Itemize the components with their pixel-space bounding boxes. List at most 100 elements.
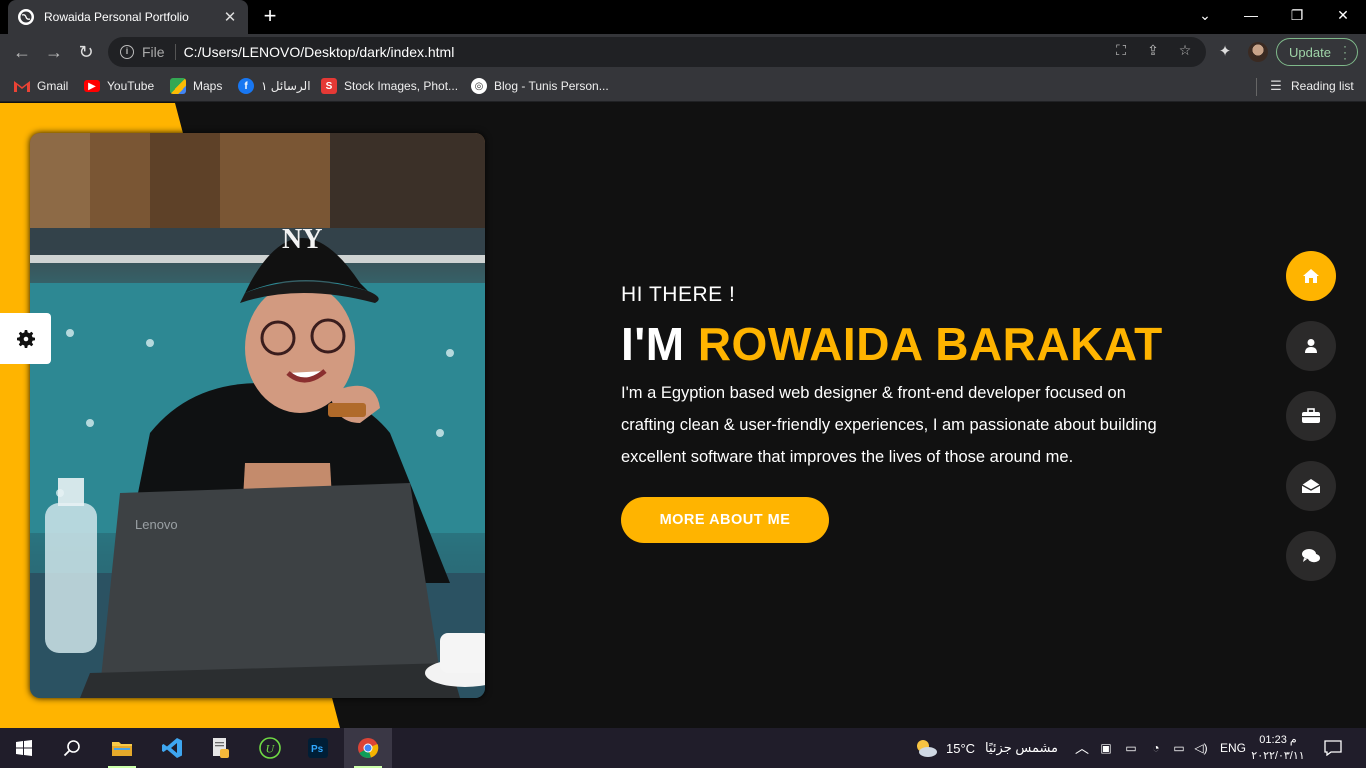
clock-date: ٢٠٢٢/٠٣/١١ <box>1251 750 1305 762</box>
comments-icon <box>1302 549 1320 563</box>
briefcase-icon <box>1302 408 1320 423</box>
clock[interactable]: 01:23 م ٢٠٢٢/٠٣/١١ <box>1248 732 1308 764</box>
restore-button[interactable]: ❐ <box>1274 0 1320 30</box>
svg-text:Ps: Ps <box>311 744 324 755</box>
new-tab-button[interactable]: + <box>260 5 280 27</box>
bookmark-stock-images[interactable]: S Stock Images, Phot... <box>321 77 458 95</box>
nav-home-button[interactable] <box>1286 251 1336 301</box>
more-menu-icon[interactable]: · · · <box>1343 40 1347 64</box>
svg-text:U: U <box>266 742 276 756</box>
bookmark-blog[interactable]: ◎ Blog - Tunis Person... <box>471 77 609 95</box>
reading-list-icon: ☰ <box>1270 78 1282 93</box>
meet-now-icon[interactable]: ▣ <box>1098 728 1114 768</box>
gmail-icon <box>14 78 30 94</box>
search-button[interactable] <box>48 728 96 768</box>
address-scheme: File <box>142 44 176 60</box>
windows-icon <box>16 740 32 756</box>
photoshop-icon: Ps <box>308 738 328 758</box>
more-about-me-button[interactable]: MORE ABOUT ME <box>621 497 829 543</box>
bookmark-gmail[interactable]: Gmail <box>14 77 68 95</box>
globe-icon: ◎ <box>471 78 487 94</box>
bookmarks-divider <box>1256 78 1257 96</box>
nav-portfolio-button[interactable] <box>1286 391 1336 441</box>
search-icon <box>63 740 80 757</box>
stock-images-icon: S <box>321 78 337 94</box>
forward-button[interactable]: → <box>42 40 66 64</box>
volume-icon[interactable]: ◁) <box>1192 728 1210 768</box>
address-bar[interactable]: i File C:/Users/LENOVO/Desktop/dark/inde… <box>108 37 1206 67</box>
weather-text: مشمس جزئيًا <box>985 740 1059 755</box>
youtube-icon: ▶ <box>84 80 100 92</box>
profile-avatar[interactable] <box>1248 42 1268 62</box>
notifications-button[interactable] <box>1322 728 1344 768</box>
portfolio-page: NY Lenovo HI THERE ! I'M ROWAIDA BARAKAT… <box>0 103 1366 728</box>
bookmark-star-icon[interactable]: ☆ <box>1176 42 1194 60</box>
reading-list-button[interactable]: ☰ Reading list <box>1268 77 1354 95</box>
taskbar-photoshop[interactable]: Ps <box>294 728 342 768</box>
close-window-button[interactable]: ✕ <box>1320 0 1366 30</box>
taskbar-notepad[interactable] <box>196 728 244 768</box>
wifi-icon[interactable]: ◔ <box>1148 728 1164 768</box>
language-indicator[interactable]: ENG <box>1220 728 1246 768</box>
browser-tab-bar: Rowaida Personal Portfolio ✕ + ⌄ — ❐ ✕ <box>0 0 1366 34</box>
hero-greeting: HI THERE ! <box>621 283 736 306</box>
show-hidden-icons-icon[interactable]: ︿ <box>1074 728 1090 768</box>
globe-icon <box>18 9 34 25</box>
svg-text:NY: NY <box>282 224 322 255</box>
bookmarks-bar: Gmail ▶ YouTube Maps f الرسائل ١ S Stock… <box>0 70 1366 102</box>
chrome-icon <box>358 738 379 758</box>
clock-time: 01:23 م <box>1259 734 1297 746</box>
hero-name-highlight: ROWAIDA BARAKAT <box>697 318 1163 370</box>
laptop-brand: Lenovo <box>135 517 178 532</box>
update-label: Update <box>1289 44 1331 60</box>
display-icon[interactable]: ▭ <box>1122 728 1140 768</box>
windows-taskbar: U Ps 15°C مشمس جزئيًا ︿ ▣ ▭ ◔ ▭ ◁) ENG 0… <box>0 728 1366 768</box>
partly-sunny-icon <box>917 740 937 757</box>
minimize-button[interactable]: — <box>1228 0 1274 30</box>
home-icon <box>1303 269 1319 283</box>
taskbar-upwork[interactable]: U <box>246 728 294 768</box>
bookmark-maps[interactable]: Maps <box>170 77 222 95</box>
taskbar-vscode[interactable] <box>148 728 196 768</box>
taskbar-file-explorer[interactable] <box>98 728 146 768</box>
browser-tab[interactable]: Rowaida Personal Portfolio ✕ <box>8 0 248 34</box>
tab-search-icon[interactable]: ⌄ <box>1182 0 1228 30</box>
bookmark-facebook-messages[interactable]: f الرسائل ١ <box>238 77 311 95</box>
vscode-icon <box>162 738 182 758</box>
hero-description: I'm a Egyption based web designer & fron… <box>621 384 1157 466</box>
gear-icon <box>16 329 35 348</box>
weather-widget[interactable]: 15°C مشمس جزئيًا <box>914 728 1058 768</box>
envelope-open-icon <box>1301 479 1321 493</box>
site-info-icon[interactable]: i <box>120 45 134 59</box>
nav-contact-button[interactable] <box>1286 461 1336 511</box>
hero-section: HI THERE ! I'M ROWAIDA BARAKAT I'm a Egy… <box>621 283 1221 543</box>
tab-close-icon[interactable]: ✕ <box>222 8 238 26</box>
share-icon[interactable]: ⇪ <box>1144 42 1162 60</box>
update-button[interactable]: Update · · · <box>1276 38 1358 66</box>
start-button[interactable] <box>0 728 48 768</box>
nav-about-button[interactable] <box>1286 321 1336 371</box>
browser-toolbar: ← → ↻ i File C:/Users/LENOVO/Desktop/dar… <box>0 34 1366 70</box>
profile-photo: NY Lenovo <box>30 133 485 698</box>
reload-button[interactable]: ↻ <box>74 40 98 64</box>
translate-icon[interactable]: ⛶ <box>1112 42 1130 60</box>
tab-title: Rowaida Personal Portfolio <box>44 10 189 24</box>
bookmark-youtube[interactable]: ▶ YouTube <box>84 77 154 95</box>
address-url[interactable]: C:/Users/LENOVO/Desktop/dark/index.html <box>184 44 455 60</box>
notification-icon <box>1324 740 1342 756</box>
taskbar-chrome[interactable] <box>344 728 392 768</box>
user-icon <box>1305 339 1317 353</box>
battery-icon[interactable]: ▭ <box>1170 728 1188 768</box>
folder-icon <box>112 742 132 756</box>
maps-icon <box>170 78 186 94</box>
back-button[interactable]: ← <box>10 40 34 64</box>
upwork-icon: U <box>259 737 281 759</box>
hero-name: I'M ROWAIDA BARAKAT <box>621 317 1221 371</box>
nav-blog-button[interactable] <box>1286 531 1336 581</box>
hero-name-prefix: I'M <box>621 318 698 370</box>
settings-toggle-button[interactable] <box>0 313 51 364</box>
facebook-icon: f <box>238 78 254 94</box>
weather-temp: 15°C <box>946 740 976 756</box>
extensions-icon[interactable]: ✦ <box>1214 41 1236 63</box>
document-icon <box>213 738 229 758</box>
